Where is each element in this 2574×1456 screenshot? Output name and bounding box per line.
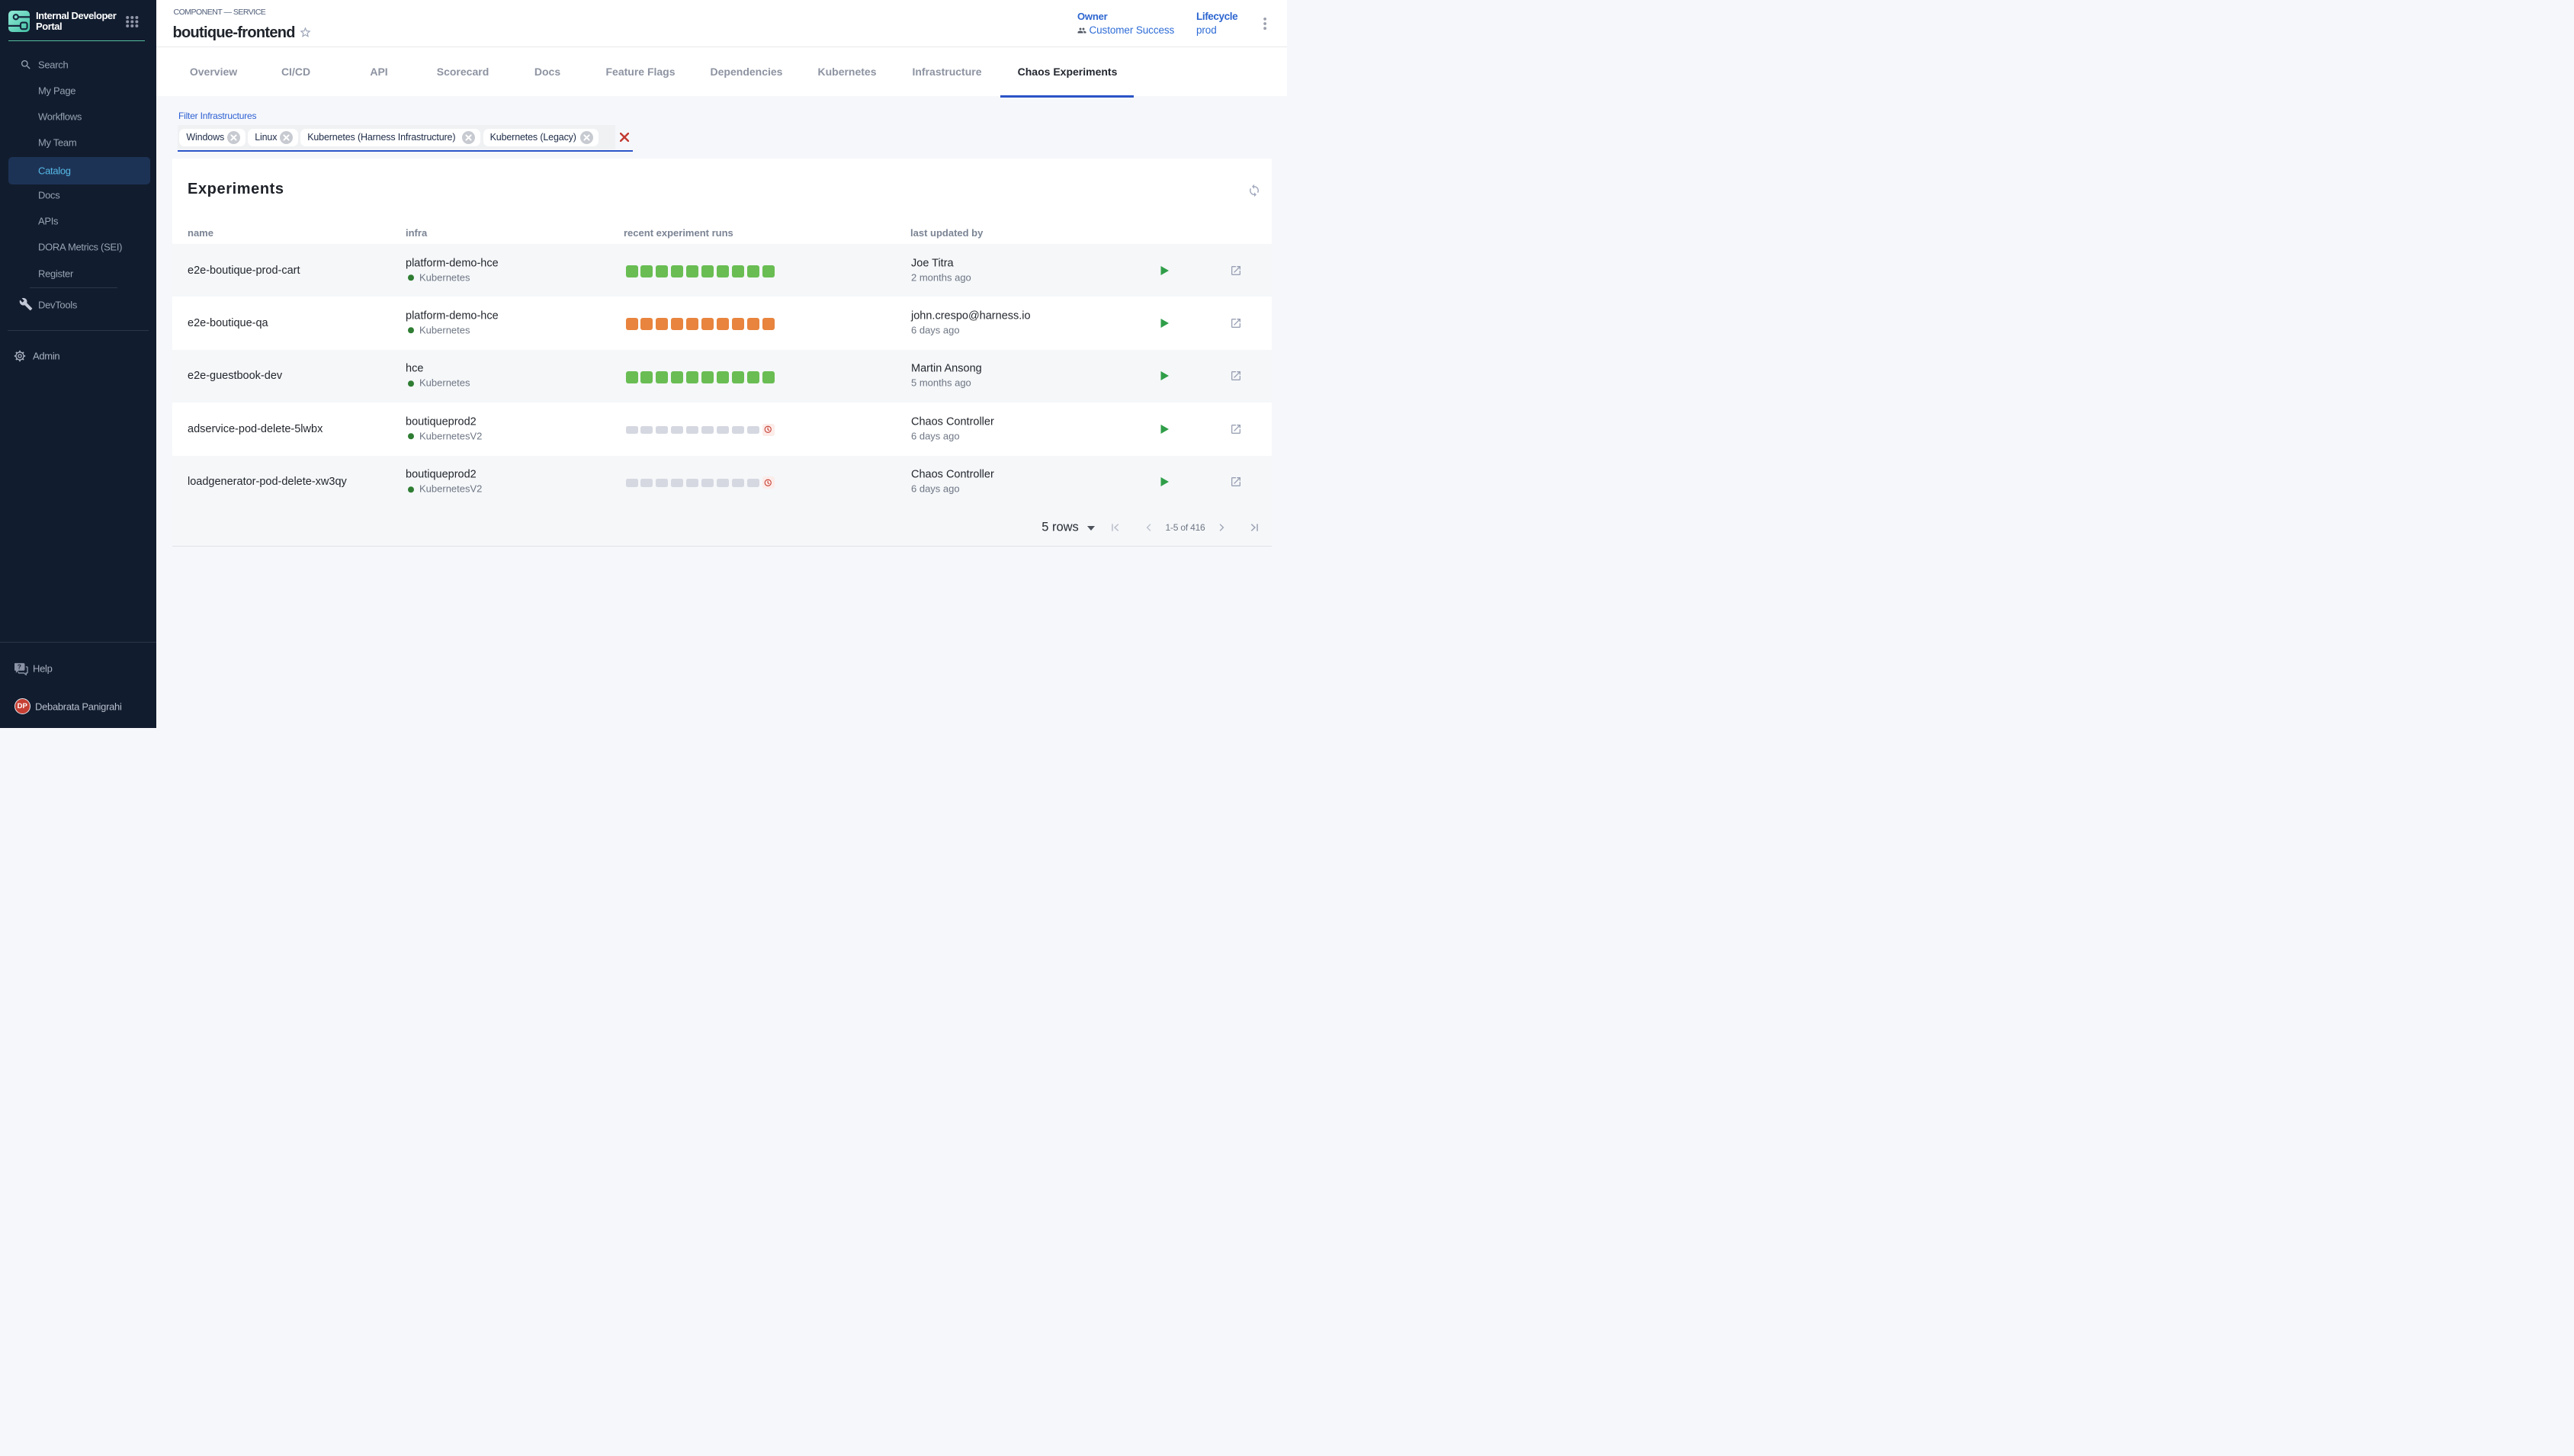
svg-text:?: ? bbox=[18, 663, 21, 671]
